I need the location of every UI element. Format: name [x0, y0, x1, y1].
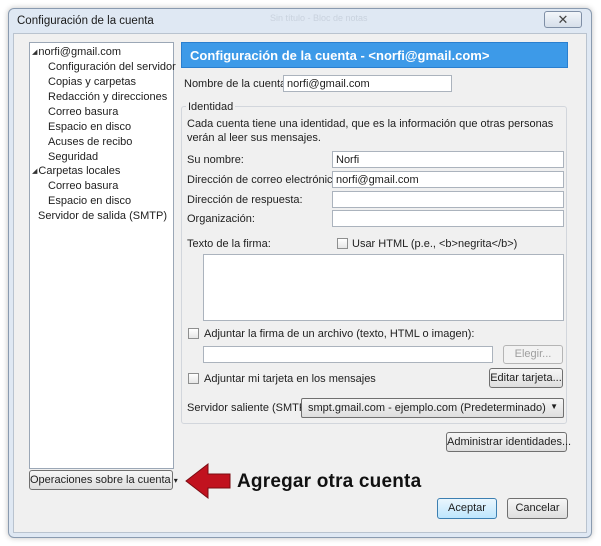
- tree-item-server-settings[interactable]: Configuración del servidor: [48, 60, 176, 74]
- reply-to-input[interactable]: [332, 191, 564, 208]
- attach-signature-label: Adjuntar la firma de un archivo (texto, …: [204, 328, 475, 340]
- red-arrow-icon: [185, 462, 231, 500]
- use-html-checkbox[interactable]: [337, 238, 348, 249]
- manage-identities-button[interactable]: Administrar identidades...: [446, 432, 571, 452]
- account-tree[interactable]: ◢norfi@gmail.com Configuración del servi…: [29, 42, 176, 469]
- cancel-button[interactable]: Cancelar: [507, 498, 568, 519]
- tree-item-local-junk[interactable]: Correo basura: [48, 179, 118, 193]
- close-button[interactable]: ✕: [544, 11, 582, 28]
- tree-item-smtp[interactable]: Servidor de salida (SMTP): [38, 209, 167, 223]
- signature-label: Texto de la firma:: [187, 238, 271, 250]
- tree-item-account[interactable]: ◢norfi@gmail.com: [32, 45, 121, 60]
- organization-label: Organización:: [187, 213, 255, 225]
- attach-card-label: Adjuntar mi tarjeta en los mensajes: [204, 373, 376, 385]
- smtp-label: Servidor saliente (SMTP):: [187, 402, 313, 414]
- account-name-input[interactable]: norfi@gmail.com: [283, 75, 452, 92]
- tree-item-security[interactable]: Seguridad: [48, 150, 98, 164]
- tree-item-local-disk-space[interactable]: Espacio en disco: [48, 194, 131, 208]
- email-input[interactable]: norfi@gmail.com: [332, 171, 564, 188]
- email-label: Dirección de correo electrónico:: [187, 174, 342, 186]
- account-operations-button[interactable]: Operaciones sobre la cuenta ▾: [29, 470, 178, 490]
- signature-textarea[interactable]: [203, 254, 564, 321]
- chevron-down-icon: ▼: [550, 402, 558, 411]
- accept-button[interactable]: Aceptar: [437, 498, 497, 519]
- tree-item-local-folders[interactable]: ◢Carpetas locales: [32, 164, 120, 179]
- use-html-label: Usar HTML (p.e., <b>negrita</b>): [352, 238, 518, 250]
- account-name-label: Nombre de la cuenta:: [184, 78, 290, 90]
- identity-group-title: Identidad: [186, 101, 236, 113]
- choose-file-button[interactable]: Elegir...: [503, 345, 563, 364]
- tree-item-composition[interactable]: Redacción y direcciones: [48, 90, 167, 104]
- identity-description: Cada cuenta tiene una identidad, que es …: [187, 118, 554, 144]
- attach-signature-checkbox[interactable]: [188, 328, 199, 339]
- signature-file-input[interactable]: [203, 346, 493, 363]
- attach-card-checkbox[interactable]: [188, 373, 199, 384]
- tree-item-junk[interactable]: Correo basura: [48, 105, 118, 119]
- window-title: Configuración de la cuenta: [17, 15, 154, 27]
- expand-arrow-icon[interactable]: ◢: [32, 168, 37, 175]
- edit-card-button[interactable]: Editar tarjeta...: [489, 368, 563, 388]
- background-window-title: Sin título - Bloc de notas: [270, 13, 368, 23]
- tree-item-copies-folders[interactable]: Copias y carpetas: [48, 75, 136, 89]
- chevron-down-icon: ▾: [173, 476, 178, 485]
- tree-item-receipts[interactable]: Acuses de recibo: [48, 135, 132, 149]
- page-title: Configuración de la cuenta - <norfi@gmai…: [181, 42, 568, 68]
- tree-item-disk-space[interactable]: Espacio en disco: [48, 120, 131, 134]
- your-name-input[interactable]: Norfi: [332, 151, 564, 168]
- annotation-text: Agregar otra cuenta: [237, 471, 422, 492]
- your-name-label: Su nombre:: [187, 154, 244, 166]
- close-icon: ✕: [557, 12, 569, 27]
- smtp-select[interactable]: smpt.gmail.com - ejemplo.com (Predetermi…: [301, 398, 564, 418]
- reply-to-label: Dirección de respuesta:: [187, 194, 303, 206]
- organization-input[interactable]: [332, 210, 564, 227]
- expand-arrow-icon[interactable]: ◢: [32, 49, 37, 56]
